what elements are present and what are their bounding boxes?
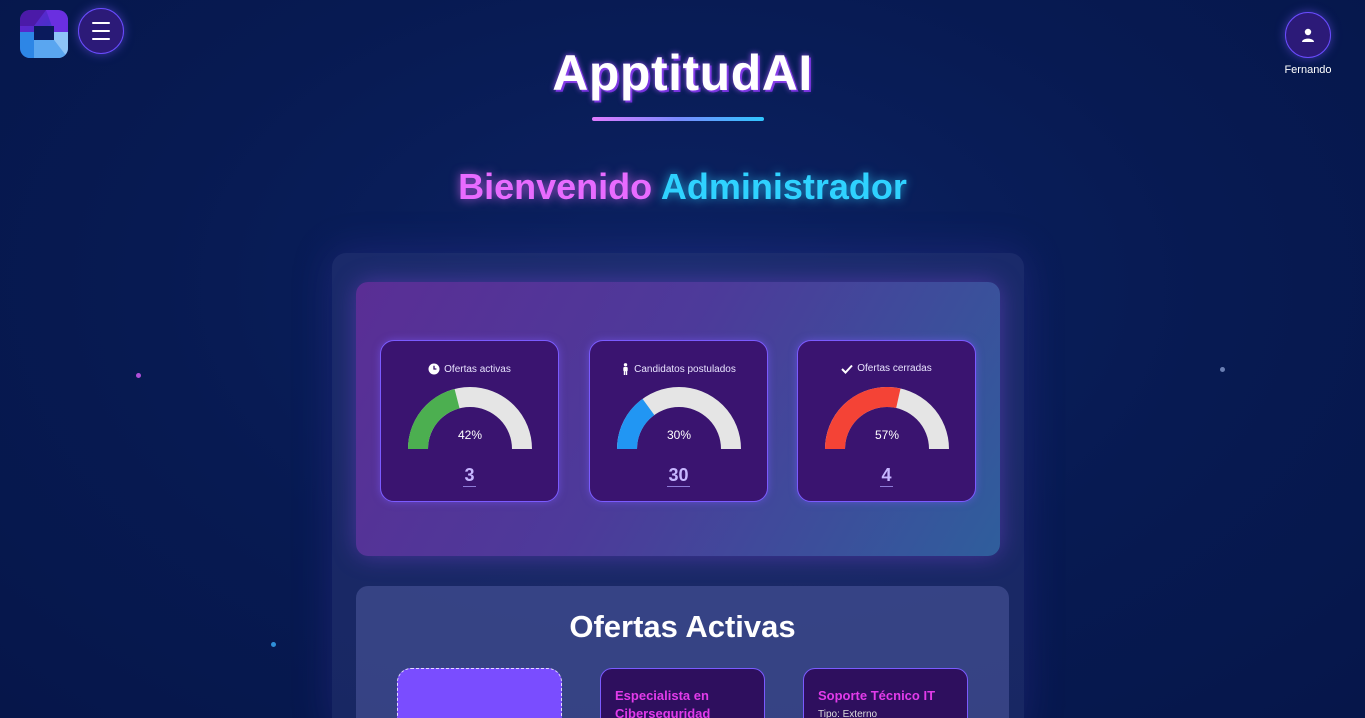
gauge-chart: 42% xyxy=(408,387,532,450)
hamburger-icon xyxy=(92,19,110,43)
offer-title: Soporte Técnico IT xyxy=(818,688,936,703)
offer-card[interactable]: Soporte Técnico IT Tipo: Externo xyxy=(803,668,968,718)
stat-value: 30 xyxy=(667,465,690,487)
add-offer-card[interactable] xyxy=(397,668,562,718)
background-dot xyxy=(271,642,276,647)
stat-label: Candidatos postulados xyxy=(634,363,736,375)
offer-card[interactable]: Especialista en Ciberseguridad xyxy=(600,668,765,718)
check-icon xyxy=(841,364,853,374)
gauge-percent: 57% xyxy=(875,428,899,442)
clock-icon xyxy=(428,363,440,375)
app-title: ApptitudAI xyxy=(552,45,813,101)
person-icon xyxy=(623,363,628,375)
stat-card-active-offers: Ofertas activas 42% 3 xyxy=(380,340,559,502)
background-dot xyxy=(1220,367,1225,372)
offer-title: Especialista en Ciberseguridad xyxy=(615,688,711,718)
offer-type: Tipo: Externo xyxy=(818,709,878,718)
stat-value: 3 xyxy=(463,465,476,487)
welcome-role: Administrador xyxy=(660,166,907,207)
stat-card-candidates: Candidatos postulados 30% 30 xyxy=(589,340,768,502)
stat-label: Ofertas cerradas xyxy=(857,363,932,374)
welcome-heading: Bienvenido Administrador xyxy=(0,166,1365,208)
gauge-chart: 30% xyxy=(617,387,741,450)
stat-label: Ofertas activas xyxy=(444,363,511,375)
gauge-percent: 30% xyxy=(667,428,691,442)
gauge-chart: 57% xyxy=(825,387,949,450)
background-dot xyxy=(136,373,141,378)
gauge-percent: 42% xyxy=(458,428,482,442)
welcome-greeting: Bienvenido xyxy=(458,166,653,207)
title-underline xyxy=(592,117,764,121)
stat-value: 4 xyxy=(880,465,893,487)
stat-card-closed-offers: Ofertas cerradas 57% 4 xyxy=(797,340,976,502)
section-title: Ofertas Activas xyxy=(569,609,796,644)
user-icon xyxy=(1302,28,1314,42)
